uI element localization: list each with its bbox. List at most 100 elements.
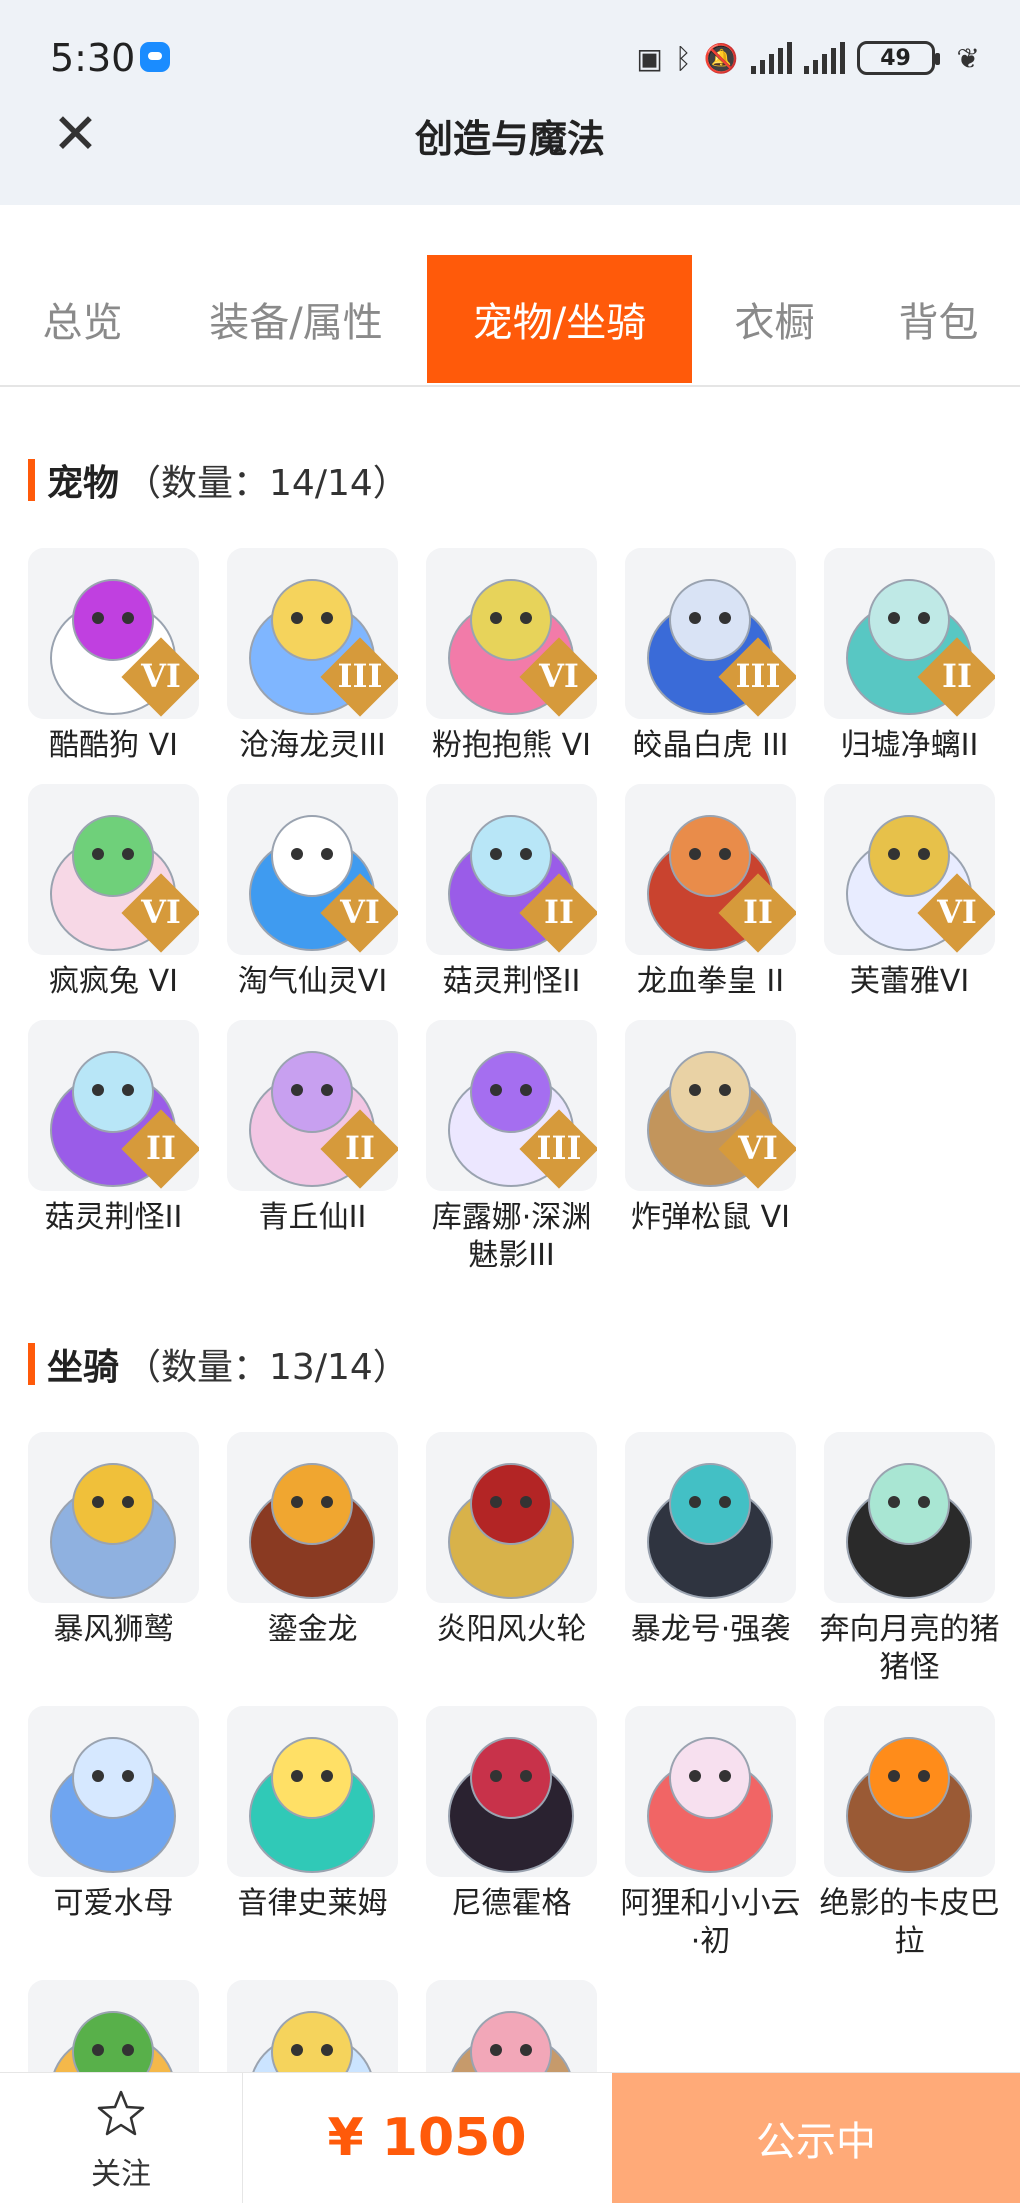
item-name: 酷酷狗 VI bbox=[49, 728, 178, 763]
item-image bbox=[28, 1706, 199, 1877]
mount-card[interactable]: 炎阳风火轮 bbox=[412, 1432, 611, 1649]
pet-card[interactable]: III 皎晶白虎 III bbox=[611, 548, 810, 765]
rank-badge-text: VI bbox=[738, 1129, 778, 1167]
pet-card[interactable]: VI 芙蕾雅VI bbox=[810, 784, 1009, 1001]
rank-badge-text: II bbox=[345, 1129, 375, 1167]
item-name: 暴龙号·强袭 bbox=[630, 1612, 791, 1647]
item-name: 炸弹松鼠 VI bbox=[631, 1200, 790, 1235]
pet-card[interactable]: II 菇灵荆怪II bbox=[14, 1020, 213, 1237]
signal-strength-icon bbox=[803, 42, 845, 74]
battery-icon: 49 bbox=[856, 41, 940, 75]
item-name: 沧海龙灵III bbox=[239, 728, 386, 763]
item-image bbox=[227, 1432, 398, 1603]
price: ¥ 1050 bbox=[327, 2108, 527, 2168]
top-bar: 5:30 ▣ ᛒ 🔕 49 ❦ ✕ 创造与魔法 bbox=[0, 0, 1020, 205]
pet-card[interactable]: VI 疯疯兔 VI bbox=[14, 784, 213, 1001]
status-bar: 5:30 ▣ ᛒ 🔕 49 ❦ bbox=[0, 0, 1020, 115]
bluetooth-icon: ᛒ bbox=[674, 41, 692, 75]
mount-card[interactable]: 奔向月亮的猪猪怪 bbox=[810, 1432, 1009, 1687]
public-status-button[interactable]: 公示中 bbox=[612, 2073, 1020, 2203]
item-image: VI bbox=[426, 548, 597, 719]
item-image bbox=[426, 1432, 597, 1603]
tab-equipment[interactable]: 装备/属性 bbox=[165, 255, 427, 383]
item-name: 淘气仙灵VI bbox=[237, 964, 388, 999]
item-image: II bbox=[227, 1020, 398, 1191]
mount-card[interactable]: 暴龙号·强袭 bbox=[611, 1432, 810, 1649]
pet-card[interactable]: III 库露娜·深渊魅影III bbox=[412, 1020, 611, 1275]
section-name: 坐骑 bbox=[47, 1347, 120, 1388]
mount-card[interactable]: 鎏金龙 bbox=[213, 1432, 412, 1649]
rank-badge-text: VI bbox=[141, 657, 181, 695]
item-image bbox=[625, 1432, 796, 1603]
pet-card[interactable]: VI 酷酷狗 VI bbox=[14, 548, 213, 765]
mounts-section-title: 坐骑 （数量：13/14） bbox=[28, 1342, 409, 1388]
mount-card[interactable]: 绝影的卡皮巴拉 bbox=[810, 1706, 1009, 1961]
section-count: （数量：14/14） bbox=[125, 463, 409, 504]
pet-card[interactable]: II 菇灵荆怪II bbox=[412, 784, 611, 1001]
item-image bbox=[625, 1706, 796, 1877]
item-name: 芙蕾雅VI bbox=[849, 964, 970, 999]
item-image bbox=[426, 1706, 597, 1877]
status-icons: ▣ ᛒ 🔕 49 ❦ bbox=[636, 38, 980, 78]
pet-card[interactable]: II 归墟净螭II bbox=[810, 548, 1009, 765]
signal-strength-icon bbox=[750, 42, 792, 74]
pet-card[interactable]: VI 炸弹松鼠 VI bbox=[611, 1020, 810, 1237]
rank-badge-text: II bbox=[544, 893, 574, 931]
rank-badge-text: II bbox=[743, 893, 773, 931]
follow-button[interactable]: 关注 bbox=[0, 2073, 243, 2203]
item-name: 阿狸和小小云·初 bbox=[620, 1886, 801, 1959]
item-name: 鎏金龙 bbox=[267, 1612, 358, 1647]
pet-card[interactable]: II 龙血拳皇 II bbox=[611, 784, 810, 1001]
tab-bar: 总览 装备/属性 宠物/坐骑 衣橱 背包 bbox=[0, 255, 1020, 387]
leaf-icon: ❦ bbox=[956, 41, 980, 75]
item-image: VI bbox=[227, 784, 398, 955]
rank-badge-text: VI bbox=[340, 893, 380, 931]
rank-badge-text: VI bbox=[141, 893, 181, 931]
rank-badge-text: II bbox=[146, 1129, 176, 1167]
section-accent-bar bbox=[28, 1343, 35, 1385]
item-name: 菇灵荆怪II bbox=[442, 964, 581, 999]
item-name: 音律史莱姆 bbox=[237, 1886, 388, 1921]
mount-card[interactable]: 阿狸和小小云·初 bbox=[611, 1706, 810, 1961]
page-title: 创造与魔法 bbox=[414, 117, 605, 161]
item-image: VI bbox=[824, 784, 995, 955]
rank-badge-text: III bbox=[735, 657, 781, 695]
item-name: 粉抱抱熊 VI bbox=[432, 728, 591, 763]
item-image: II bbox=[824, 548, 995, 719]
item-name: 炎阳风火轮 bbox=[436, 1612, 587, 1647]
tab-overview[interactable]: 总览 bbox=[0, 255, 165, 383]
pet-card[interactable]: II 青丘仙II bbox=[213, 1020, 412, 1237]
bottom-bar: 关注 ¥ 1050 公示中 bbox=[0, 2072, 1020, 2203]
tab-pets-mounts[interactable]: 宠物/坐骑 bbox=[427, 255, 692, 383]
section-count: （数量：13/14） bbox=[125, 1347, 409, 1388]
mount-card[interactable]: 音律史莱姆 bbox=[213, 1706, 412, 1923]
rank-badge-text: II bbox=[942, 657, 972, 695]
pet-card[interactable]: VI 淘气仙灵VI bbox=[213, 784, 412, 1001]
pet-card[interactable]: III 沧海龙灵III bbox=[213, 548, 412, 765]
mute-icon: 🔕 bbox=[703, 41, 739, 75]
status-time: 5:30 bbox=[50, 36, 136, 80]
item-name: 皎晶白虎 III bbox=[632, 728, 789, 763]
pet-card[interactable]: VI 粉抱抱熊 VI bbox=[412, 548, 611, 765]
mount-card[interactable]: 尼德霍格 bbox=[412, 1706, 611, 1923]
item-image: III bbox=[426, 1020, 597, 1191]
tab-wardrobe[interactable]: 衣橱 bbox=[692, 255, 857, 383]
rank-badge-text: VI bbox=[937, 893, 977, 931]
item-image: VI bbox=[28, 784, 199, 955]
message-notification-icon bbox=[140, 42, 170, 72]
mount-card[interactable]: 暴风狮鹫 bbox=[14, 1432, 213, 1649]
section-accent-bar bbox=[28, 459, 35, 501]
item-image: VI bbox=[625, 1020, 796, 1191]
item-name: 绝影的卡皮巴拉 bbox=[819, 1886, 1000, 1959]
follow-label: 关注 bbox=[91, 2157, 151, 2192]
nfc-icon: ▣ bbox=[636, 41, 663, 75]
item-image: II bbox=[28, 1020, 199, 1191]
mount-card[interactable]: 可爱水母 bbox=[14, 1706, 213, 1923]
item-image: III bbox=[625, 548, 796, 719]
section-name: 宠物 bbox=[47, 463, 120, 504]
item-image: II bbox=[426, 784, 597, 955]
item-name: 奔向月亮的猪猪怪 bbox=[819, 1612, 1000, 1685]
item-name: 疯疯兔 VI bbox=[49, 964, 178, 999]
tab-backpack[interactable]: 背包 bbox=[857, 255, 1020, 383]
item-name: 库露娜·深渊魅影III bbox=[431, 1200, 592, 1273]
